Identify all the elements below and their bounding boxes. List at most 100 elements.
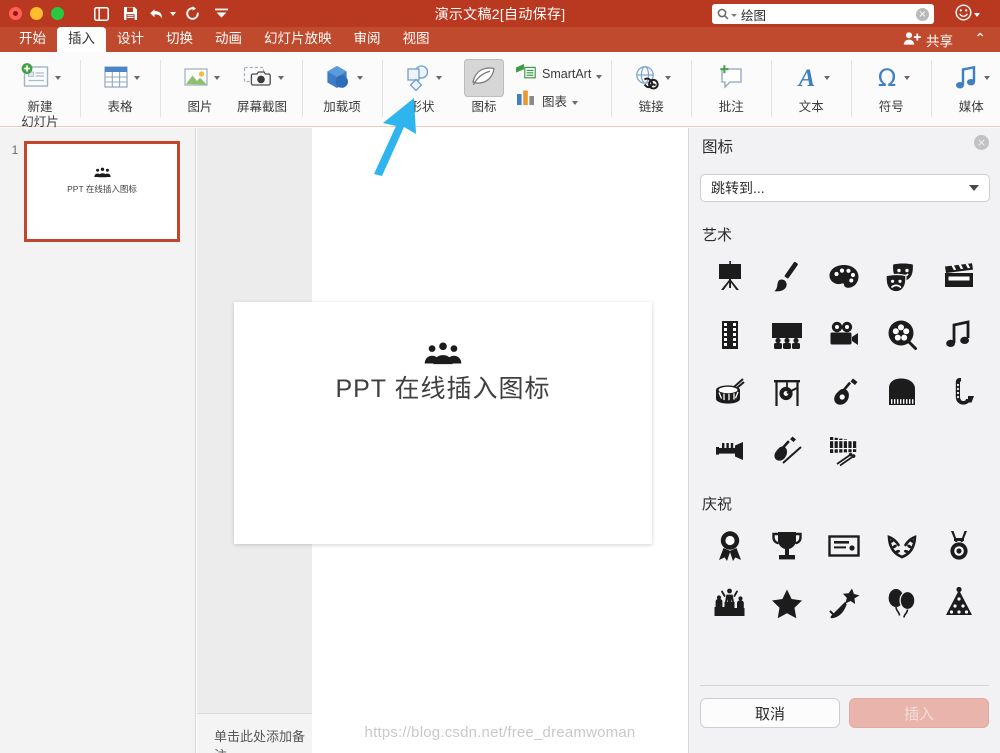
undo-icon <box>149 7 166 21</box>
icon-drum-icon[interactable] <box>701 369 758 417</box>
search-scope-caret-icon[interactable] <box>731 14 737 17</box>
sidebar-toggle-button[interactable] <box>88 3 114 25</box>
chevron-down-icon <box>214 8 229 19</box>
title-bar: 演示文稿2[自动保存] 绘图 × <box>0 0 1000 27</box>
notes-placeholder[interactable]: 单击此处添加备注 <box>214 726 312 753</box>
slide-people-group-icon[interactable] <box>234 341 652 366</box>
icon-guitar-icon[interactable] <box>816 369 873 417</box>
link-button[interactable]: 链接 <box>620 57 682 114</box>
icon-paintbrush-icon[interactable] <box>758 253 815 301</box>
icon-grid-celebration <box>689 518 1000 628</box>
icon-winners-podium-icon[interactable] <box>701 580 758 628</box>
icon-easel-icon[interactable] <box>701 253 758 301</box>
minimize-button[interactable] <box>30 7 43 20</box>
icon-grand-piano-icon[interactable] <box>873 369 930 417</box>
media-label: 媒体 <box>958 100 984 114</box>
icon-film-strip-icon[interactable] <box>701 311 758 359</box>
icon-film-reel-icon[interactable] <box>873 311 930 359</box>
icon-palette-icon[interactable] <box>816 253 873 301</box>
panel-close-button[interactable]: × <box>974 135 989 150</box>
tab-transitions[interactable]: 切换 <box>155 27 204 52</box>
smartart-caret-icon[interactable] <box>596 74 603 79</box>
icons-button[interactable]: 图标 <box>453 57 515 114</box>
search-field[interactable]: 绘图 × <box>712 4 934 24</box>
media-caret-icon[interactable] <box>984 76 991 80</box>
icon-saxophone-icon[interactable] <box>931 369 988 417</box>
icon-grid-art <box>689 249 1000 475</box>
link-caret-icon[interactable] <box>665 76 672 80</box>
tab-home[interactable]: 开始 <box>8 27 57 52</box>
undo-button[interactable] <box>146 3 168 25</box>
insert-button[interactable]: 插入 <box>849 698 989 728</box>
icon-xylophone-icon[interactable] <box>816 427 873 475</box>
search-clear-button[interactable]: × <box>916 7 929 21</box>
cancel-button[interactable]: 取消 <box>700 698 840 728</box>
feedback-caret-icon[interactable] <box>974 13 980 17</box>
icon-violin-icon[interactable] <box>758 427 815 475</box>
table-caret-icon[interactable] <box>134 76 140 80</box>
shapes-button[interactable]: 形状 <box>391 57 453 114</box>
slide-title-text[interactable]: PPT 在线插入图标 <box>234 369 652 405</box>
text-button[interactable]: A 文本 <box>780 57 842 114</box>
icon-star-icon[interactable] <box>758 580 815 628</box>
close-button[interactable] <box>9 7 22 20</box>
picture-caret-icon[interactable] <box>214 76 220 80</box>
feedback-button[interactable] <box>955 4 980 26</box>
chart-caret-icon[interactable] <box>572 100 579 105</box>
tab-slideshow[interactable]: 幻灯片放映 <box>253 27 343 52</box>
picture-button[interactable]: 图片 <box>169 57 231 114</box>
icon-trophy-icon[interactable] <box>758 522 815 570</box>
share-button[interactable]: 共享 <box>903 30 953 50</box>
jump-to-dropdown[interactable]: 跳转到... <box>700 174 990 202</box>
save-button[interactable] <box>117 3 143 25</box>
icon-cinema-seats-icon[interactable] <box>758 311 815 359</box>
tab-insert[interactable]: 插入 <box>57 27 106 52</box>
icon-balloons-icon[interactable] <box>873 580 930 628</box>
table-button[interactable]: 表格 <box>89 57 151 114</box>
media-button[interactable]: 媒体 <box>940 57 1000 114</box>
tab-view[interactable]: 视图 <box>392 27 441 52</box>
icon-categories-scroll[interactable]: 艺术 庆祝 <box>689 214 1000 681</box>
icon-music-note-icon[interactable] <box>931 311 988 359</box>
new-slide-caret-icon[interactable] <box>55 76 61 80</box>
icon-shooting-star-icon[interactable] <box>816 580 873 628</box>
smartart-button[interactable]: SmartArt <box>515 63 603 85</box>
comment-button[interactable]: 批注 <box>700 57 762 114</box>
window-controls <box>9 7 64 20</box>
screenshot-button[interactable]: 屏幕截图 <box>231 57 293 114</box>
icon-award-ribbon-icon[interactable] <box>701 522 758 570</box>
icon-laurel-wreath-icon[interactable] <box>873 522 930 570</box>
tab-review[interactable]: 审阅 <box>343 27 392 52</box>
icon-trumpet-icon[interactable] <box>701 427 758 475</box>
new-slide-button[interactable]: 新建 幻灯片 <box>9 57 71 129</box>
symbol-caret-icon[interactable] <box>904 76 911 80</box>
icon-clapperboard-icon[interactable] <box>931 253 988 301</box>
shapes-caret-icon[interactable] <box>436 76 442 80</box>
slide-thumbnail-1[interactable]: PPT 在线插入图标 <box>24 141 180 242</box>
customize-toolbar-button[interactable] <box>208 3 234 25</box>
tab-animations[interactable]: 动画 <box>204 27 253 52</box>
collapse-ribbon-button[interactable]: ⌃ <box>974 31 986 47</box>
maximize-button[interactable] <box>51 7 64 20</box>
icon-certificate-icon[interactable] <box>816 522 873 570</box>
icon-party-hat-icon[interactable] <box>931 580 988 628</box>
search-input[interactable]: 绘图 <box>741 5 916 24</box>
smartart-icon <box>515 63 537 85</box>
notes-pane[interactable]: 单击此处添加备注 <box>197 713 312 753</box>
addins-button[interactable]: 加载项 <box>311 57 373 114</box>
symbol-button[interactable]: Ω 符号 <box>860 57 922 114</box>
undo-caret-icon[interactable] <box>170 11 176 16</box>
icon-movie-camera-icon[interactable] <box>816 311 873 359</box>
tab-design[interactable]: 设计 <box>106 27 155 52</box>
icon-gong-icon[interactable] <box>758 369 815 417</box>
new-slide-label-2: 幻灯片 <box>21 115 59 129</box>
chart-button[interactable]: 图表 <box>515 89 602 111</box>
icon-theater-masks-icon[interactable] <box>873 253 930 301</box>
addins-caret-icon[interactable] <box>357 76 363 80</box>
redo-button[interactable] <box>179 3 205 25</box>
panel-title: 图标 <box>702 139 734 156</box>
icon-medal-icon[interactable] <box>931 522 988 570</box>
slide-canvas[interactable]: PPT 在线插入图标 <box>234 302 652 544</box>
screenshot-caret-icon[interactable] <box>278 76 284 80</box>
text-caret-icon[interactable] <box>824 76 831 80</box>
